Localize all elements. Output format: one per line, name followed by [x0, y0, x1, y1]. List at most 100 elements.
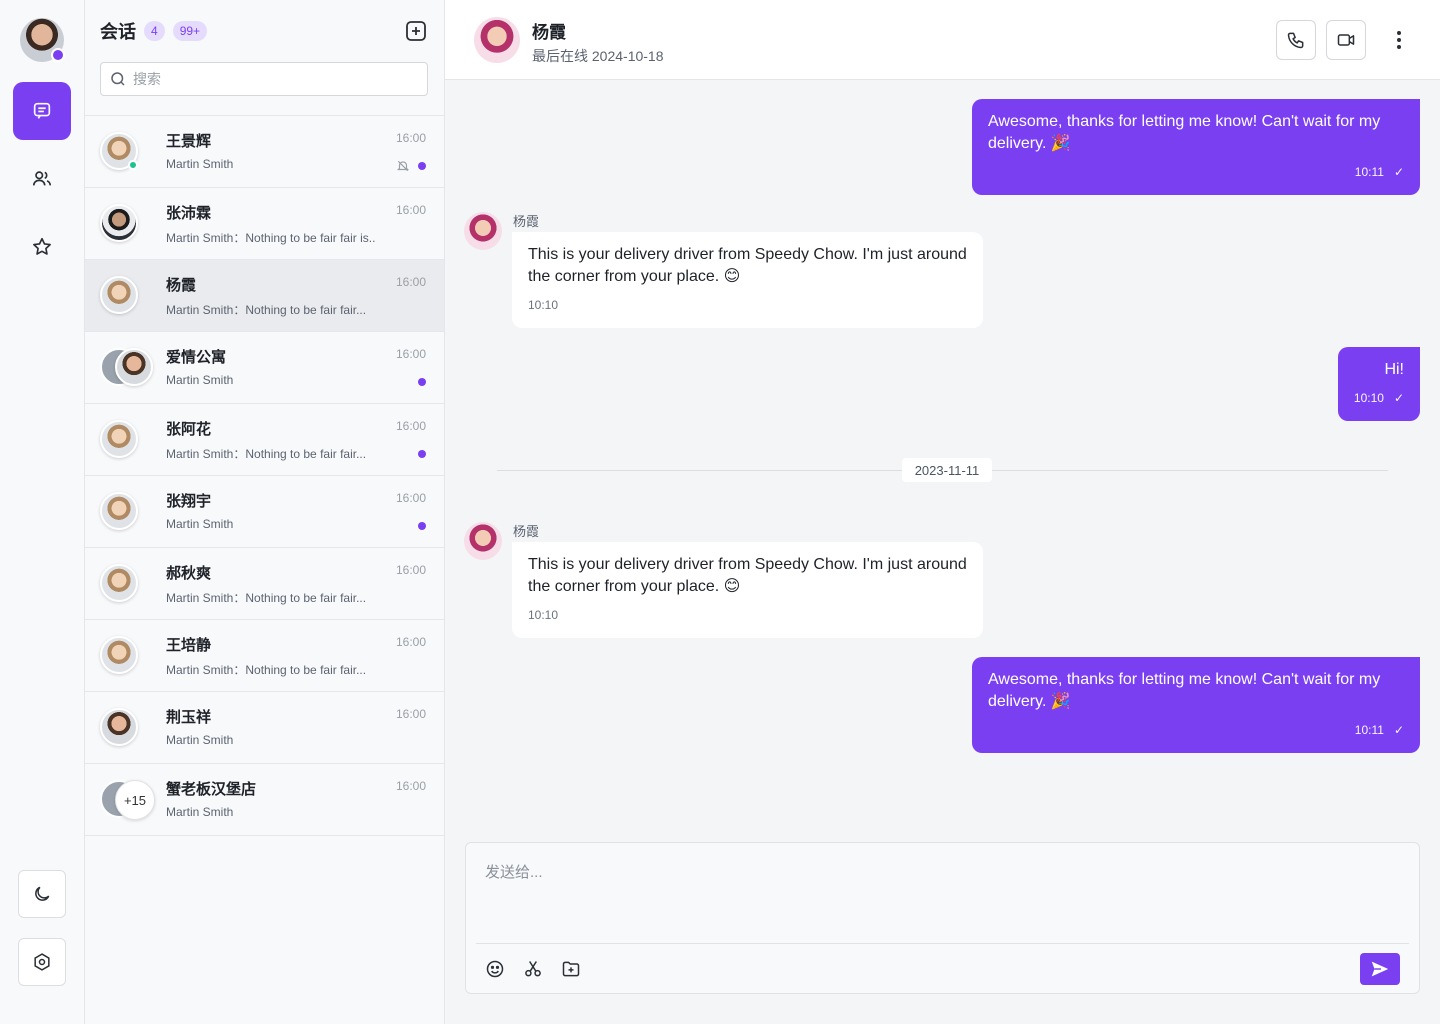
message-input[interactable]: [485, 861, 1385, 931]
search-box: [100, 62, 428, 96]
message-time: 10:10: [528, 608, 559, 622]
conversation-preview: Martin Smith：Nothing to be fair fair...: [166, 663, 367, 677]
conversation-name: 张沛霖: [166, 205, 212, 222]
message-outgoing: Hi! 10:10 ✓: [1337, 347, 1420, 421]
list-header: 会话 4 99+: [100, 18, 428, 44]
search-input[interactable]: [133, 71, 413, 87]
moon-icon: [35, 886, 50, 901]
conversation-preview: Martin Smith: [166, 805, 234, 819]
star-icon: [33, 237, 51, 255]
conversation-item[interactable]: 张翔宇 16:00 Martin Smith: [85, 476, 444, 548]
folder-icon[interactable]: [561, 959, 581, 979]
message-time: 10:11: [1354, 723, 1384, 737]
conversation-time: 16:00: [395, 419, 426, 433]
conversation-time: 16:00: [395, 491, 426, 505]
online-indicator: [128, 160, 138, 170]
message-outgoing: Awesome, thanks for letting me know! Can…: [972, 99, 1420, 195]
conversation-item[interactable]: 张阿花 16:00 Martin Smith：Nothing to be fai…: [85, 404, 444, 476]
conversation-preview: Martin Smith: [166, 157, 234, 171]
conversation-preview: Martin Smith: [166, 733, 234, 747]
date-divider: 2023-11-11: [497, 458, 1388, 482]
unread-dot: [418, 522, 426, 530]
read-check-icon: ✓: [1393, 165, 1404, 179]
send-button[interactable]: [1360, 953, 1400, 985]
conversation-name: 郝秋爽: [166, 565, 212, 582]
avatar: [100, 420, 138, 458]
conversation-name: 张翔宇: [166, 493, 212, 510]
conversation-item[interactable]: 郝秋爽 16:00 Martin Smith：Nothing to be fai…: [85, 548, 444, 620]
conversation-name: 爱情公寓: [166, 349, 227, 366]
conversation-item[interactable]: 爱情公寓 16:00 Martin Smith: [85, 332, 444, 404]
date-label: 2023-11-11: [902, 458, 992, 482]
nav-contacts-button[interactable]: [13, 150, 71, 208]
message-text: Awesome, thanks for letting me know! Can…: [988, 113, 1381, 152]
muted-bell-icon: [396, 160, 410, 172]
read-check-icon: ✓: [1393, 391, 1404, 405]
sender-name: 杨霞: [513, 524, 540, 539]
nav-chats-button[interactable]: [13, 82, 71, 140]
read-check-icon: ✓: [1393, 723, 1404, 737]
unread-badge: 99+: [172, 21, 208, 41]
count-badge: 4: [144, 21, 165, 41]
avatar: [100, 492, 138, 530]
message-meta: 10:11 ✓: [988, 161, 1404, 183]
sender-avatar: [464, 212, 502, 250]
conversation-item-selected[interactable]: 杨霞 16:00 Martin Smith：Nothing to be fair…: [85, 260, 444, 332]
conversation-preview: Martin Smith: [166, 373, 234, 387]
message-meta: 10:10 ✓: [1354, 387, 1404, 409]
unread-dot: [418, 378, 426, 386]
settings-button[interactable]: [18, 938, 66, 986]
search-icon: [111, 72, 125, 86]
avatar: [100, 564, 138, 602]
message-time: 10:10: [528, 298, 559, 312]
conversation-name: 王景辉: [166, 133, 212, 150]
conversation-item[interactable]: +15 蟹老板汉堡店 16:00 Martin Smith: [85, 764, 444, 836]
more-vertical-icon[interactable]: [1387, 28, 1411, 52]
message-text: This is your delivery driver from Speedy…: [528, 246, 967, 285]
conversation-time: 16:00: [395, 563, 426, 577]
conversation-item[interactable]: 张沛霖 16:00 Martin Smith：Nothing to be fai…: [85, 188, 444, 260]
contact-name: 杨霞: [532, 23, 566, 42]
user-avatar[interactable]: [20, 18, 65, 62]
group-member-count: +15: [115, 780, 155, 820]
voice-call-button[interactable]: [1276, 20, 1316, 60]
sender-avatar: [464, 522, 502, 560]
conversation-name: 杨霞: [166, 277, 197, 294]
scissors-icon[interactable]: [523, 959, 543, 979]
chat-icon: [33, 102, 51, 119]
conversation-time: 16:00: [395, 635, 426, 649]
conversation-item[interactable]: 荆玉祥 16:00 Martin Smith: [85, 692, 444, 764]
contacts-icon: [32, 171, 52, 186]
avatar: [100, 204, 138, 242]
conversation-name: 蟹老板汉堡店: [166, 781, 257, 798]
conversation-name: 张阿花: [166, 421, 212, 438]
emoji-icon[interactable]: [485, 959, 505, 979]
nav-rail: [0, 0, 85, 1024]
send-icon: [1371, 961, 1389, 977]
list-title: 会话: [100, 22, 136, 42]
conversation-time: 16:00: [395, 275, 426, 289]
conversation-name: 王培静: [166, 637, 212, 654]
contact-avatar[interactable]: [474, 17, 520, 63]
avatar: [100, 708, 138, 746]
avatar: [100, 276, 138, 314]
message-time: 10:11: [1354, 165, 1384, 179]
conversation-preview: Martin Smith：Nothing to be fair fair...: [166, 303, 367, 317]
settings-icon: [34, 953, 50, 971]
conversation-time: 16:00: [395, 131, 426, 145]
edit-badge-icon: [51, 48, 65, 62]
video-call-button[interactable]: [1326, 20, 1366, 60]
unread-dot: [418, 162, 426, 170]
conversation-preview: Martin Smith：Nothing to be fair fair...: [166, 447, 367, 461]
chat-header: 杨霞 最后在线 2024-10-18: [445, 0, 1440, 80]
conversation-time: 16:00: [395, 347, 426, 361]
conversation-item[interactable]: 王景辉 16:00 Martin Smith: [85, 116, 444, 188]
theme-toggle-button[interactable]: [18, 870, 66, 918]
divider: [476, 943, 1409, 944]
nav-favorites-button[interactable]: [13, 218, 71, 276]
message-text: Awesome, thanks for letting me know! Can…: [988, 671, 1381, 710]
unread-dot: [418, 450, 426, 458]
message-time: 10:10: [1353, 391, 1384, 405]
conversation-item[interactable]: 王培静 16:00 Martin Smith：Nothing to be fai…: [85, 620, 444, 692]
new-chat-icon[interactable]: [404, 19, 428, 43]
